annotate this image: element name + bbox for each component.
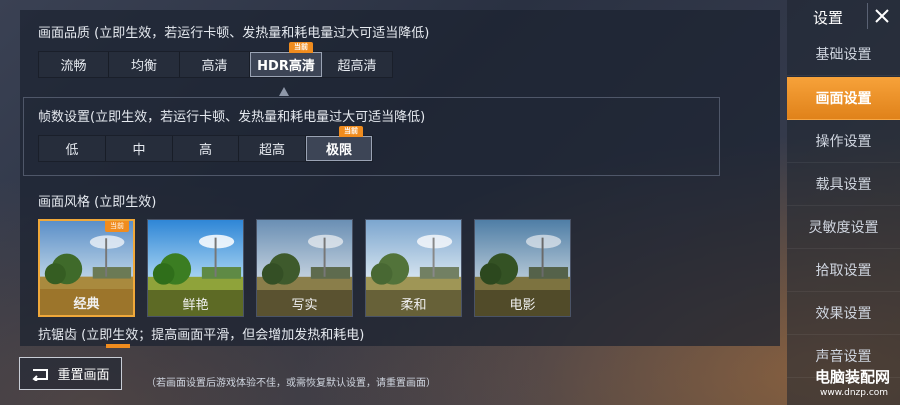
fps-option-medium[interactable]: 中 [106, 136, 173, 161]
fps-option-extreme[interactable]: 当前 极限 [306, 126, 372, 161]
antialias-title: 抗锯齿 (立即生效；提高画面平滑，但会增加发热和耗电) [38, 328, 365, 343]
sidebar-item-controls[interactable]: 操作设置 [787, 120, 900, 163]
quality-option-hdr[interactable]: 当前 HDR高清 [250, 42, 322, 77]
reset-graphics-button[interactable]: 重置画面 [19, 357, 122, 390]
sidebar-header: 设置 [787, 0, 900, 32]
settings-sidebar: 设置 基础设置 画面设置 操作设置 载具设置 灵敏度设置 拾取设置 效果设置 声… [787, 0, 900, 405]
current-badge-strip [106, 344, 130, 348]
quality-title: 画面品质 (立即生效，若运行卡顿、发热量和耗电量过大可适当降低) [38, 26, 430, 41]
current-badge: 当前 [289, 42, 313, 53]
style-option-realistic[interactable]: 写实 [256, 219, 353, 317]
sidebar-item-graphics[interactable]: 画面设置 [787, 77, 900, 120]
reset-icon [32, 368, 49, 381]
style-selector: 当前 经典 鲜艳 写实 柔和 电影 [38, 219, 571, 317]
quality-option-ultra[interactable]: 超高清 [322, 52, 392, 77]
sidebar-item-vehicle[interactable]: 载具设置 [787, 163, 900, 206]
style-option-vivid[interactable]: 鲜艳 [147, 219, 244, 317]
style-option-classic[interactable]: 当前 经典 [38, 219, 135, 317]
close-icon [874, 9, 889, 23]
style-option-cinema[interactable]: 电影 [474, 219, 571, 317]
watermark-name: 电脑装配网 [815, 368, 891, 386]
watermark-url: www.dnzp.com [820, 388, 889, 398]
quality-selector: 流畅 均衡 高清 当前 HDR高清 超高清 [38, 42, 393, 78]
fps-option-low[interactable]: 低 [39, 136, 106, 161]
quality-option-balanced[interactable]: 均衡 [109, 52, 180, 77]
current-badge: 当前 [339, 126, 363, 137]
reset-hint: （若画面设置后游戏体验不佳，或需恢复默认设置，请重置画面） [146, 378, 436, 389]
pointer-arrow-icon [279, 87, 289, 96]
sidebar-title: 设置 [813, 9, 844, 27]
sidebar-item-pickup[interactable]: 拾取设置 [787, 249, 900, 292]
sidebar-item-sensitivity[interactable]: 灵敏度设置 [787, 206, 900, 249]
style-title: 画面风格 (立即生效) [38, 195, 157, 210]
fps-title: 帧数设置(立即生效，若运行卡顿、发热量和耗电量过大可适当降低) [38, 110, 426, 125]
fps-selector: 低 中 高 超高 当前 极限 [38, 126, 373, 162]
style-option-soft[interactable]: 柔和 [365, 219, 462, 317]
close-button[interactable] [867, 3, 895, 29]
fps-option-ultra[interactable]: 超高 [239, 136, 306, 161]
current-badge: 当前 [105, 221, 129, 232]
reset-graphics-label: 重置画面 [57, 368, 110, 383]
fps-option-high[interactable]: 高 [173, 136, 239, 161]
sidebar-item-effects[interactable]: 效果设置 [787, 292, 900, 335]
quality-option-smooth[interactable]: 流畅 [39, 52, 109, 77]
sidebar-item-basic[interactable]: 基础设置 [787, 33, 900, 76]
quality-option-hd[interactable]: 高清 [180, 52, 250, 77]
